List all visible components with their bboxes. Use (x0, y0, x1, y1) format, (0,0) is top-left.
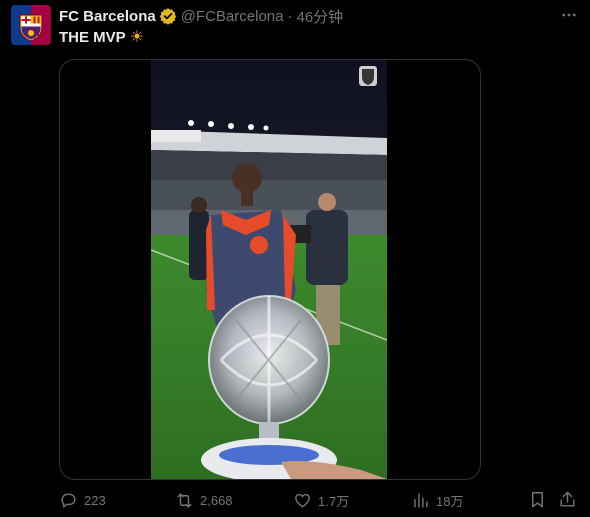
views-count: 18万 (436, 493, 464, 509)
share-icon[interactable] (558, 490, 577, 509)
like-count: 1.7万 (318, 493, 350, 509)
video-frame (151, 60, 387, 479)
tweet-header: FC Barcelona @FCBarcelona · 46分钟 (59, 6, 343, 26)
verified-badge-icon[interactable] (159, 7, 177, 25)
author-name[interactable]: FC Barcelona (59, 8, 156, 25)
avatar[interactable] (11, 5, 51, 45)
heart-icon (295, 493, 310, 508)
separator-dot: · (287, 7, 293, 25)
reply-button[interactable]: 223 (59, 484, 106, 516)
like-button[interactable]: 1.7万 (293, 484, 349, 516)
video-player[interactable] (151, 60, 387, 479)
repost-icon (177, 492, 192, 508)
sun-emoji: ☀ (129, 29, 145, 46)
tweet-timestamp[interactable]: 46分钟 (296, 6, 343, 27)
tweet-actions: 223 2,668 1.7万 18万 (0, 484, 590, 516)
media-container[interactable] (59, 59, 481, 480)
reply-icon (61, 492, 76, 508)
tweet-body: THE MVP (59, 28, 126, 46)
more-dots-icon[interactable] (560, 6, 578, 24)
author-handle[interactable]: @FCBarcelona (181, 8, 284, 25)
views-button[interactable]: 18万 (411, 484, 463, 516)
fc-barcelona-logo (11, 5, 51, 45)
repost-count: 2,668 (200, 492, 233, 508)
tweet-text: THE MVP ☀ (59, 27, 144, 47)
repost-button[interactable]: 2,668 (175, 484, 233, 516)
reply-count: 223 (84, 492, 106, 508)
views-icon (414, 492, 428, 508)
bookmark-icon[interactable] (528, 490, 547, 509)
